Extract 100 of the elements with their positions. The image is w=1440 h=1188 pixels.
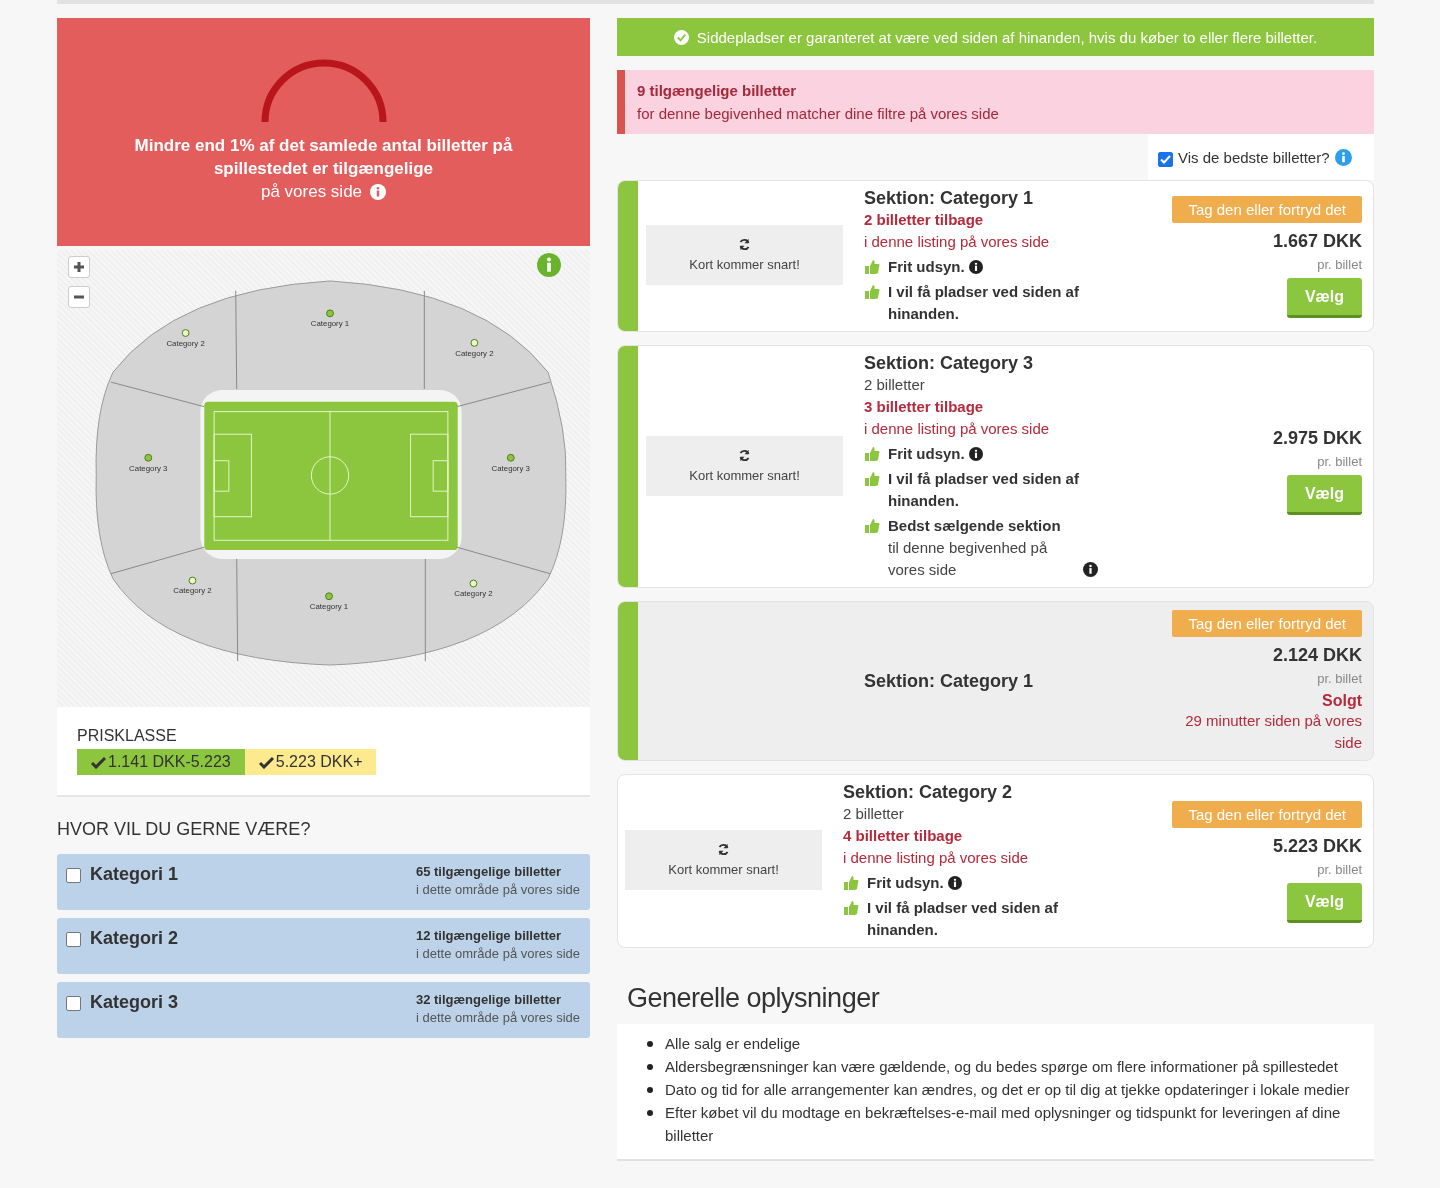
section-marker[interactable] [144,453,153,462]
remaining-note: i denne listing på vores side [864,232,1051,252]
thumbs-up-icon [843,875,859,891]
refresh-icon [738,238,751,251]
bullet-dot [647,1041,653,1047]
price-unit: pr. billet [1317,862,1362,877]
feature-note: til denne begivenhed på vores side [888,538,1049,580]
info-heading: Generelle oplysninger [627,983,881,1014]
thumbs-up-icon [864,259,880,275]
price-class-toggle[interactable]: 1.141 DKK-5.223 [77,749,245,775]
area-note: i dette område på vores side [415,1010,580,1025]
price-unit: pr. billet [1317,257,1362,272]
check-circle-icon [673,29,689,45]
map-placeholder-text: Kort kommer snart! [668,862,779,877]
section-label: Category 2 [455,348,494,358]
section-label: Category 3 [129,463,168,473]
remaining-count: 4 billetter tilbage [843,826,964,846]
map-placeholder-text: Kort kommer snart! [689,257,800,272]
checkbox[interactable] [66,868,81,883]
info-item: Alle salg er endelige [665,1034,801,1054]
section-marker[interactable] [470,338,479,347]
area-note: i dette område på vores side [415,882,580,897]
notice-text: Siddepladser er garanteret at være ved siden af hinanden, hvis du køber to eller flere billetter. [696,28,1318,46]
thumbs-up-icon [843,900,859,916]
checkbox[interactable] [66,932,81,947]
remaining-count: 3 billetter tilbage [864,397,985,417]
price-title: PRISKLASSE [77,727,178,745]
area-name: Kategori 2 [90,928,179,949]
bullet-dot [647,1110,653,1116]
area-option[interactable]: Kategori 2 12 tilgængelige billetter i dette område på vores side [57,918,590,974]
price-unit: pr. billet [1317,454,1362,469]
info-icon [537,253,561,277]
availability-subtext: på vores side [260,181,363,203]
remaining-note: i denne listing på vores side [843,848,1030,868]
zoom-in-button[interactable] [68,256,90,278]
section-label: Category 1 [310,319,350,329]
feature-text: Frit udsyn. [867,874,944,891]
info-item: Efter købet vil du modtage en bekræftelses-e-mail med oplysninger og tidspunkt for leveringen af dine billetter [665,1103,1342,1146]
ticket-quantity: 2 billetter [864,375,926,395]
section-label: Category 3 [491,463,530,473]
info-item: Dato og tid for alle arrangementer kan ændres, og det er op til dig at tjekke opdateringer i lokale medier [665,1080,1350,1100]
section-label: Category 2 [166,338,205,348]
info-item: Aldersbegrænsninger kan være gældende, og du bedes spørge om flere informationer på spillestedet [665,1057,1338,1077]
checkbox[interactable] [66,996,81,1011]
feature-text: I vil få pladser ved siden af hinanden. [888,470,1079,509]
price: 2.975 DKK [1272,428,1362,449]
price: 2.124 DKK [1272,645,1362,666]
section-label: Category 1 [309,602,349,612]
area-option[interactable]: Kategori 1 65 tilgængelige billetter i dette område på vores side [57,854,590,910]
price-class-toggle[interactable]: 5.223 DKK+ [244,749,377,775]
ticket-count: 32 tilgængelige billetter [415,992,563,1007]
section-name: Sektion: Category 1 [864,187,1035,209]
feature-text: Bedst sælgende sektion [888,516,1062,536]
checkbox[interactable] [1158,151,1173,167]
thumbs-up-icon [864,284,880,300]
price-unit: pr. billet [1317,671,1362,686]
ticket-count: 65 tilgængelige billetter [415,864,563,879]
section-name: Sektion: Category 2 [843,781,1014,803]
section-heading: HVOR VIL DU GERNE VÆRE? [57,819,312,840]
remaining-note: i denne listing på vores side [864,419,1051,439]
area-option[interactable]: Kategori 3 32 tilgængelige billetter i dette område på vores side [57,982,590,1038]
price: 1.667 DKK [1272,231,1362,252]
check-icon [258,755,274,769]
ticket-count: 12 tilgængelige billetter [415,928,563,943]
zoom-out-button[interactable] [68,286,90,308]
section-marker[interactable] [326,309,334,318]
area-name: Kategori 1 [90,864,179,885]
info-icon [370,183,387,200]
sold-note: 29 minutter siden på vores side [1184,711,1362,753]
sold-label: Solgt [1322,692,1362,710]
thumbs-up-icon [864,518,880,534]
refresh-icon [738,448,751,462]
plus-icon [73,261,85,273]
price: 5.223 DKK [1272,836,1362,857]
map-placeholder-text: Kort kommer snart! [689,467,800,483]
section-name: Sektion: Category 3 [864,352,1035,374]
bullet-dot [647,1064,653,1070]
section-marker[interactable] [188,576,197,585]
check-icon [91,755,106,769]
remaining-count: 2 billetter tilbage [864,210,985,230]
thumbs-up-icon [864,446,880,462]
bullet-dot [647,1087,653,1093]
area-note: i dette område på vores side [415,946,580,961]
feature-text: I vil få pladser ved siden af hinanden. [867,899,1058,938]
feature-text: Frit udsyn. [888,258,965,275]
info-icon [1334,148,1352,166]
thumbs-up-icon [864,471,880,487]
feature-text: Frit udsyn. [888,445,965,462]
section-label: Category 2 [173,586,212,596]
match-text: for denne begivenhed matcher dine filtre på vores side [637,105,999,122]
refresh-icon [717,843,730,856]
feature-text: I vil få pladser ved siden af hinanden. [888,283,1079,322]
match-count: 9 tilgængelige billetter [637,81,798,101]
ticket-quantity: 2 billetter [843,804,905,824]
section-marker[interactable] [506,453,515,462]
section-marker[interactable] [325,592,333,601]
area-name: Kategori 3 [90,992,179,1013]
section-marker[interactable] [469,579,478,588]
section-marker[interactable] [181,329,190,337]
best-tickets-toggle[interactable]: Vis de bedste billetter? [1148,134,1374,180]
